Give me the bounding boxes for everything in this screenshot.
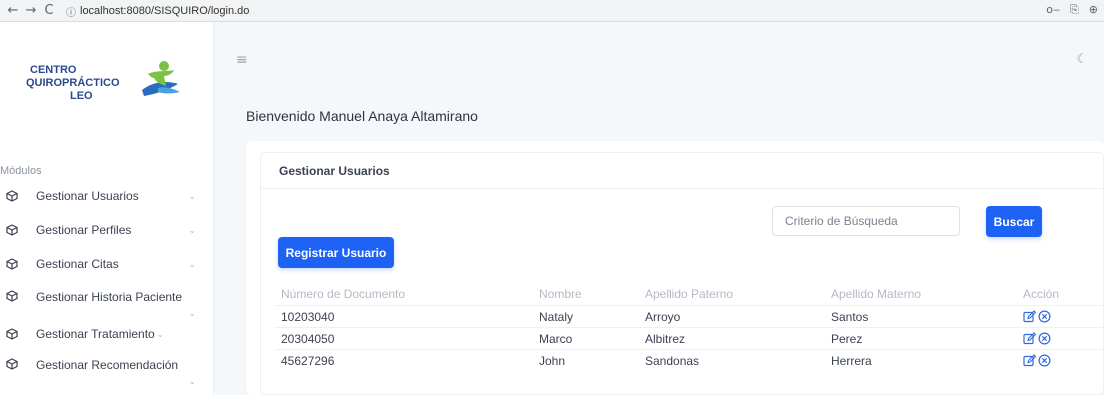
chevron-down-icon: ⌄ [188,308,196,318]
table-cell: 20304050 [281,331,335,346]
row-actions [1023,354,1051,367]
table-cell: John [539,353,566,368]
users-panel: Gestionar Usuarios Buscar Registrar Usua… [260,152,1104,395]
back-icon[interactable]: ← [4,3,22,18]
chevron-down-icon: ⌄ [188,224,196,235]
url-text[interactable]: localhost:8080/SISQUIRO/login.do [80,5,249,17]
logo-line-2: QUIROPRÁCTICO [26,77,120,89]
chevron-down-icon: ⌄ [156,328,164,339]
sidebar-item-gestionar-usuarios[interactable]: Gestionar Usuarios ⌄ [0,184,210,208]
table-cell: Santos [831,309,869,324]
cube-icon [6,224,20,236]
table-row: 10203040 Nataly Arroyo Santos [275,305,1103,327]
cube-icon [6,290,20,302]
logo-figure-icon [142,61,180,96]
register-user-button[interactable]: Registrar Usuario [278,237,394,268]
column-header: Número de Documento [281,287,406,301]
search-input[interactable] [772,206,960,236]
key-icon[interactable]: o‒ [1046,3,1060,17]
table-cell: Nataly [539,309,574,324]
sidebar-item-gestionar-historia-paciente[interactable]: Gestionar Historia Paciente ⌄ [0,286,210,322]
edit-icon[interactable] [1023,354,1036,367]
menu-icon[interactable]: ≡ [236,52,248,68]
chevron-down-icon: ⌄ [188,376,196,386]
forward-icon[interactable]: → [22,3,40,18]
table-header-row: Número de Documento Nombre Apellido Pate… [275,283,1103,305]
sidebar-item-gestionar-tratamiento[interactable]: Gestionar Tratamiento ⌄ [0,322,210,346]
table-cell: 10203040 [281,309,335,324]
sidebar-item-label: Gestionar Recomendación [36,358,179,372]
sidebar-item-label: Gestionar Tratamiento [36,327,155,341]
delete-icon[interactable] [1038,310,1051,323]
cube-icon [6,328,20,340]
table-cell: Marco [539,331,573,346]
sidebar-item-label: Gestionar Usuarios [36,189,139,203]
sidebar: CENTRO QUIROPRÁCTICO LEO Módulos Gestion… [0,22,214,395]
cube-icon [6,190,20,202]
sidebar-item-label: Gestionar Citas [36,257,119,271]
sidebar-item-label: Gestionar Perfiles [36,223,132,237]
address-bar[interactable]: ⓘ localhost:8080/SISQUIRO/login.do [66,3,1066,19]
sidebar-item-gestionar-perfiles[interactable]: Gestionar Perfiles ⌄ [0,218,210,242]
info-icon[interactable]: ⓘ [66,4,80,19]
theme-toggle-icon[interactable]: ☾ [1076,52,1088,67]
column-header: Acción [1023,287,1060,301]
zoom-icon[interactable]: ⊕ [1089,3,1098,17]
welcome-heading: Bienvenido Manuel Anaya Altamirano [246,108,478,124]
table-cell: Perez [831,331,863,346]
row-actions [1023,310,1051,323]
logo-text: CENTRO QUIROPRÁCTICO LEO [26,64,120,103]
table-cell: Sandonas [645,353,700,368]
chevron-down-icon: ⌄ [188,190,196,201]
sidebar-item-gestionar-recomendacion[interactable]: Gestionar Recomendación ⌄ [0,354,210,390]
reload-icon[interactable]: C [40,3,58,18]
main-content: ≡ ☾ Bienvenido Manuel Anaya Altamirano G… [214,22,1104,395]
table-cell: Albitrez [645,331,686,346]
edit-icon[interactable] [1023,332,1036,345]
table-cell: Arroyo [645,309,681,324]
delete-icon[interactable] [1038,354,1051,367]
translate-icon[interactable]: ⎘ [1070,3,1079,17]
search-button[interactable]: Buscar [986,206,1042,237]
sidebar-item-gestionar-citas[interactable]: Gestionar Citas ⌄ [0,252,210,276]
chevron-down-icon: ⌄ [188,258,196,269]
sidebar-item-label: Gestionar Historia Paciente [36,290,183,304]
table-row: 20304050 Marco Albitrez Perez [275,327,1103,349]
cube-icon [6,358,20,370]
column-header: Nombre [539,287,582,301]
table-cell: Herrera [831,353,872,368]
table-cell: 45627296 [281,353,335,368]
column-header: Apellido Materno [831,287,922,301]
table-row: 45627296 John Sandonas Herrera [275,349,1103,371]
delete-icon[interactable] [1038,332,1051,345]
modules-section-title: Módulos [0,165,42,177]
browser-toolbar: ← → C ⓘ localhost:8080/SISQUIRO/login.do… [0,0,1104,22]
logo[interactable]: CENTRO QUIROPRÁCTICO LEO [26,60,180,120]
logo-line-1: CENTRO [30,64,77,76]
row-actions [1023,332,1051,345]
card-title: Gestionar Usuarios [261,153,1104,189]
column-header: Apellido Paterno [645,287,734,301]
users-card: Gestionar Usuarios Buscar Registrar Usua… [246,141,1104,395]
cube-icon [6,258,20,270]
edit-icon[interactable] [1023,310,1036,323]
logo-line-3: LEO [70,90,93,102]
